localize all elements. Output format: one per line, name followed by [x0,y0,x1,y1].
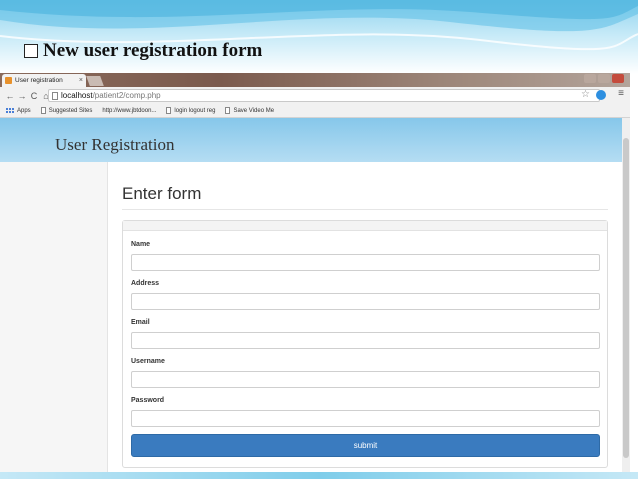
page-icon [166,107,172,114]
browser-toolbar: ← → C ⌂ localhost /patient2/comp.php [0,87,630,104]
page-icon [52,91,58,100]
main-content: Enter form Name Address Email Username P… [108,162,622,472]
checkbox-bullet-icon [24,44,38,58]
address-bar[interactable]: localhost /patient2/comp.php [48,89,600,102]
tab-user-registration[interactable]: User registration × [2,74,86,87]
menu-icon[interactable]: ≡ [618,88,624,99]
form-heading: Enter form [122,184,202,203]
tab-title: User registration [15,77,63,84]
window-controls [584,74,624,83]
slide-title: New user registration form [24,38,262,64]
slide-title-text: New user registration form [43,40,263,61]
email-label: Email [131,319,150,326]
tab-bar: User registration × [0,73,630,87]
site-header: User Registration [0,118,630,162]
bookmark-save-video[interactable]: Save Video Me [225,107,274,114]
bookmark-suggested-sites[interactable]: Suggested Sites [40,107,92,114]
scrollbar-thumb[interactable] [623,138,629,458]
extension-icon[interactable] [596,90,606,100]
bookmark-star-icon[interactable]: ☆ [581,89,590,100]
divider [122,209,608,210]
browser-window: User registration × ← → C ⌂ localhost /p… [0,73,630,472]
bookmarks-bar: Apps Suggested Sites http://www.jbtdoon.… [0,104,630,118]
site-title: User Registration [55,135,175,154]
page-icon [225,107,231,114]
forward-icon[interactable]: → [16,91,28,101]
name-label: Name [131,241,151,248]
slide-footer-band [0,472,638,479]
name-input[interactable] [131,254,600,271]
bookmark-jbtdoon[interactable]: http://www.jbtdoon... [102,108,156,114]
password-input[interactable] [131,410,600,427]
page-icon [40,107,46,114]
minimize-button[interactable] [584,74,596,83]
scrollbar[interactable] [622,118,630,472]
apps-grid-icon [6,108,14,113]
address-input[interactable] [131,293,600,310]
panel-header [123,221,607,231]
registration-form: Name Address Email Username Password sub… [122,220,608,468]
bookmark-login-logout[interactable]: login logout reg [166,107,215,114]
address-label: Address [131,280,160,287]
new-tab-button[interactable] [86,76,104,86]
username-label: Username [131,358,165,365]
back-icon[interactable]: ← [4,91,16,101]
maximize-button[interactable] [598,74,610,83]
close-window-button[interactable] [612,74,624,83]
password-label: Password [131,397,165,404]
email-input[interactable] [131,332,600,349]
side-panel [0,162,108,472]
tab-close-icon[interactable]: × [79,77,83,84]
submit-button[interactable]: submit [131,434,600,457]
favicon-icon [5,77,12,84]
username-input[interactable] [131,371,600,388]
url-path: /patient2/comp.php [92,91,161,100]
bookmark-apps[interactable]: Apps [6,108,31,114]
reload-icon[interactable]: C [28,91,40,101]
url-host: localhost [61,91,93,100]
